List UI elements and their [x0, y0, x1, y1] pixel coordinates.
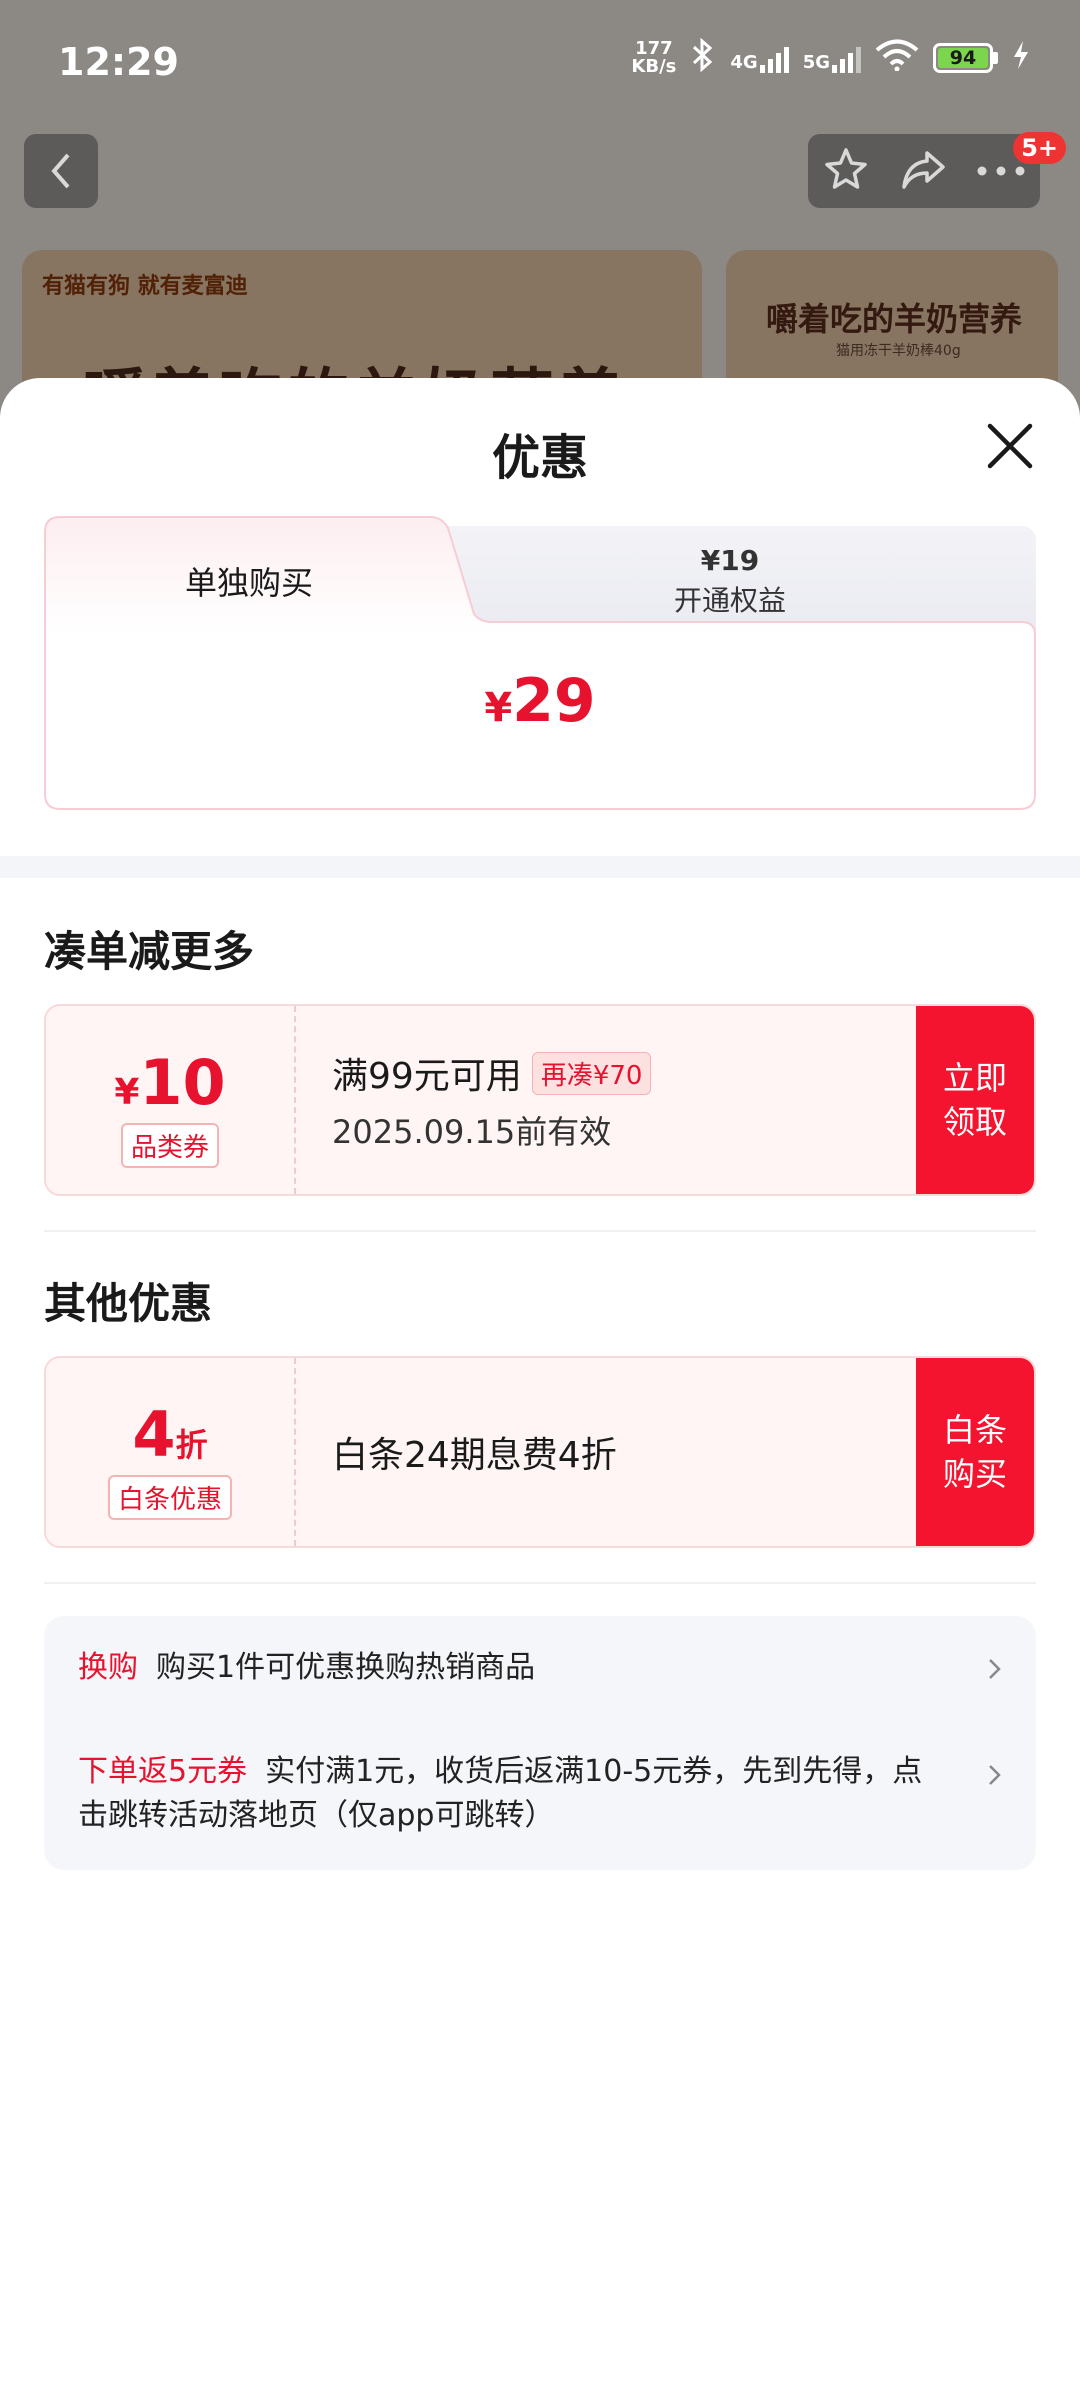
back-button[interactable]	[24, 134, 98, 208]
signal-4g-icon: 4G	[730, 43, 789, 73]
promo-item-cashback[interactable]: 下单返5元券 实付满1元，收货后返满10-5元券，先到先得，点击跳转活动落地页（仅…	[78, 1750, 938, 1838]
chevron-right-icon	[989, 1765, 1001, 1785]
promo-item-exchange[interactable]: 换购 购买1件可优惠换购热销商品	[78, 1646, 978, 1690]
discount-sheet: 优惠 ¥19 开通权益 单独购买 ¥29 凑单减更多 ¥10 品类券 满99元可…	[0, 378, 1080, 2400]
bluetooth-icon	[690, 37, 716, 78]
section-title-other: 其他优惠	[44, 1279, 213, 1328]
coupon-type-tag: 白条优惠	[107, 1475, 232, 1520]
divider	[44, 1582, 1036, 1584]
coupon-type-tag: 品类券	[120, 1123, 219, 1168]
promo-tag: 下单返5元券	[78, 1754, 248, 1789]
baitiao-buy-button[interactable]: 白条 购买	[916, 1358, 1034, 1546]
promo-text: 购买1件可优惠换购热销商品	[156, 1650, 536, 1685]
status-time: 12:29	[58, 40, 179, 84]
status-icons: 177 KB/s 4G 5G 94	[631, 37, 1030, 78]
coupon-expiry: 2025.09.15前有效	[332, 1113, 612, 1151]
nav-action-group	[808, 134, 1040, 208]
price-option-card: ¥19 开通权益 单独购买 ¥29	[44, 516, 1036, 810]
close-button[interactable]	[980, 416, 1040, 476]
net-speed: 177 KB/s	[631, 38, 677, 77]
coupon-details: 白条24期息费4折	[332, 1358, 617, 1546]
coupon-card-baitiao: 4折 白条优惠 白条24期息费4折 白条 购买	[44, 1356, 1036, 1548]
coupon-value: 4折 白条优惠	[46, 1358, 296, 1546]
chevron-left-icon	[51, 153, 70, 189]
coupon-value: ¥10 品类券	[46, 1006, 296, 1194]
divider	[44, 1230, 1036, 1232]
signal-5g-icon: 5G	[803, 43, 861, 73]
message-badge: 5+	[1013, 132, 1066, 164]
battery-icon: 94	[933, 43, 998, 73]
background-product-page: 有猫有狗 就有麦富迪 嚼着吃的羊奶营养 嚼着吃的羊奶营养 猫用冻干羊奶棒40g …	[0, 0, 1080, 420]
coupon-condition: 满99元可用	[332, 1056, 522, 1097]
promo-tag: 换购	[78, 1650, 138, 1685]
more-dots-icon[interactable]	[976, 162, 1026, 181]
tab-single-purchase[interactable]: 单独购买	[44, 558, 454, 604]
promo-list: 换购 购买1件可优惠换购热销商品 下单返5元券 实付满1元，收货后返满10-5元券，…	[44, 1616, 1036, 1870]
close-icon	[987, 423, 1033, 469]
coupon-gap-tag: 再凑¥70	[531, 1051, 652, 1095]
charging-icon	[1012, 40, 1030, 76]
coupon-card-category: ¥10 品类券 满99元可用 再凑¥70 2025.09.15前有效 立即 领取	[44, 1004, 1036, 1196]
sheet-title: 优惠	[491, 430, 588, 486]
section-divider	[0, 856, 1080, 878]
favorite-star-icon[interactable]	[822, 145, 870, 197]
section-title-bundle: 凑单减更多	[44, 927, 255, 976]
wifi-icon	[875, 39, 919, 77]
coupon-description: 白条24期息费4折	[332, 1435, 617, 1476]
coupon-details: 满99元可用 再凑¥70 2025.09.15前有效	[332, 1006, 652, 1194]
claim-coupon-button[interactable]: 立即 领取	[916, 1006, 1034, 1194]
main-price: ¥29	[484, 666, 596, 736]
chevron-right-icon	[989, 1659, 1001, 1679]
share-icon[interactable]	[899, 145, 947, 197]
status-bar: 12:29 177 KB/s 4G 5G 94	[0, 0, 1080, 120]
